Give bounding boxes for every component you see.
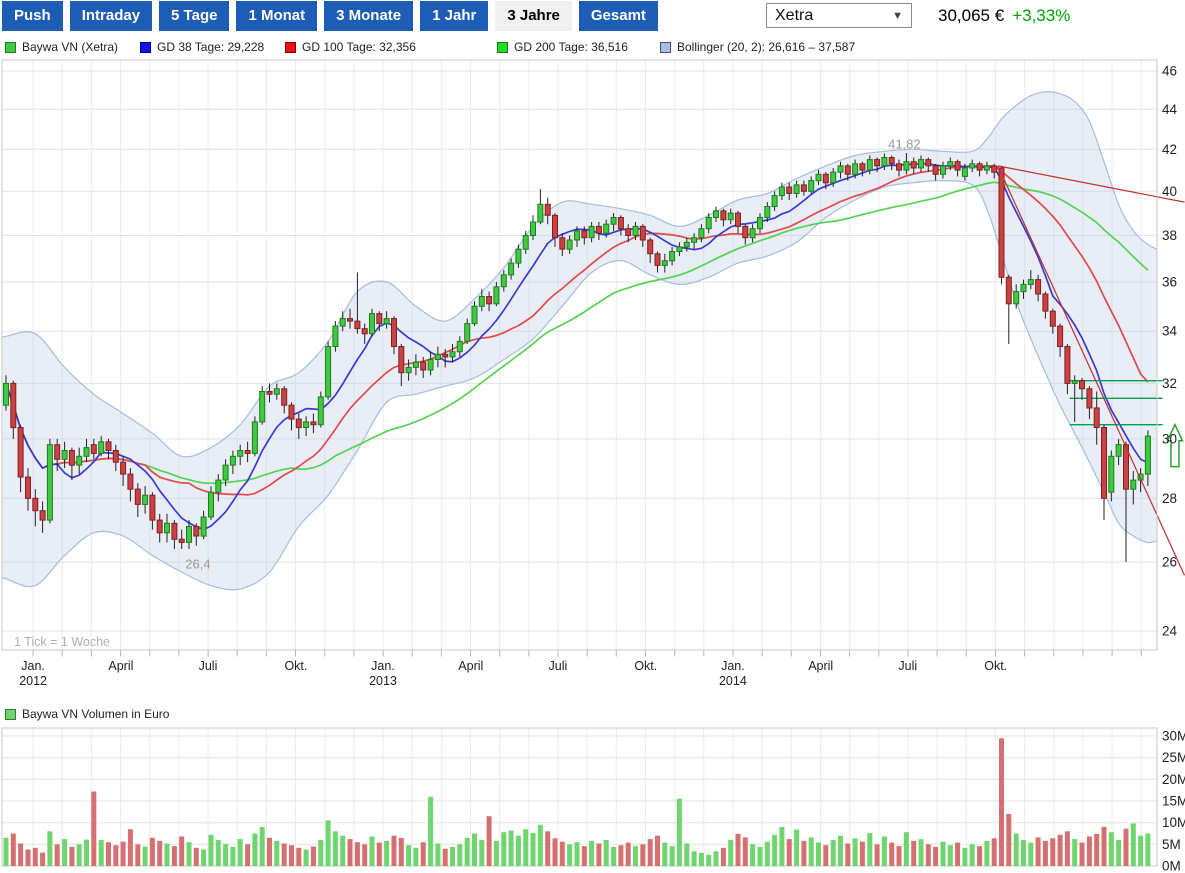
volume-axis-label: 30M — [1162, 729, 1185, 744]
range-button-intraday[interactable]: Intraday — [70, 1, 152, 31]
price-change: +3,33% — [1012, 6, 1070, 25]
y-axis-label: 24 — [1162, 624, 1178, 639]
y-axis-label: 28 — [1162, 491, 1177, 506]
y-axis-label: 26 — [1162, 555, 1177, 570]
legend-item: GD 38 Tage: 29,228 — [140, 40, 264, 54]
volume-axis-label: 0M — [1162, 859, 1181, 873]
range-button-1-monat[interactable]: 1 Monat — [236, 1, 317, 31]
x-axis-label: Jan. — [721, 659, 745, 673]
legend-label: GD 200 Tage: 36,516 — [514, 40, 628, 54]
volume-axis-labels: 30M 25M 20M 15M 10M 5M 0M — [1162, 729, 1185, 873]
x-axis-label: Okt. — [984, 659, 1007, 673]
volume-axis-label: 25M — [1162, 750, 1185, 765]
range-button-3-monate[interactable]: 3 Monate — [324, 1, 413, 31]
range-button-gesamt[interactable]: Gesamt — [579, 1, 658, 31]
y-axis-label: 46 — [1162, 64, 1177, 79]
legend-label: GD 38 Tage: 29,228 — [157, 40, 264, 54]
range-button-5-tage[interactable]: 5 Tage — [159, 1, 229, 31]
x-axis-label: Juli — [199, 659, 218, 673]
range-button-3-jahre[interactable]: 3 Jahre — [495, 1, 572, 31]
x-axis-label: Juli — [549, 659, 568, 673]
x-axis-labels: Jan.2012AprilJuliOkt.Jan.2013AprilJuliOk… — [19, 659, 1007, 688]
legend-swatch — [5, 42, 16, 53]
volume-axis-label: 15M — [1162, 794, 1185, 809]
y-axis-label: 42 — [1162, 142, 1177, 157]
legend-label: Baywa VN (Xetra) — [22, 40, 118, 54]
legend-label: GD 100 Tage: 32,356 — [302, 40, 416, 54]
y-axis-label: 40 — [1162, 184, 1177, 199]
price-annotation: 26,4 — [185, 557, 210, 572]
exchange-select-value: Xetra — [775, 7, 813, 25]
tick-note: 1 Tick = 1 Woche — [14, 635, 110, 649]
y-axis-label: 34 — [1162, 324, 1178, 339]
legend-item: GD 200 Tage: 36,516 — [497, 40, 628, 54]
x-axis-label: Jan. — [371, 659, 395, 673]
volume-legend-swatch — [5, 709, 16, 720]
y-axis-label: 32 — [1162, 376, 1177, 391]
x-axis-label: Okt. — [284, 659, 307, 673]
x-axis-label: April — [808, 659, 833, 673]
legend-item: Bollinger (20, 2): 26,616 – 37,587 — [660, 40, 855, 54]
price-annotation: 41,82 — [888, 136, 921, 151]
x-axis-year-label: 2014 — [719, 674, 747, 688]
legend-item: Baywa VN (Xetra) — [5, 40, 118, 54]
legend-swatch — [285, 42, 296, 53]
y-axis-label: 30 — [1162, 431, 1177, 446]
volume-axis-label: 20M — [1162, 772, 1185, 787]
range-button-push[interactable]: Push — [2, 1, 63, 31]
x-axis-label: Jan. — [21, 659, 45, 673]
exchange-select[interactable]: Xetra ▼ — [766, 3, 912, 28]
x-axis-label: April — [108, 659, 133, 673]
quote: 30,065 € +3,33% — [938, 6, 1070, 26]
legend-label: Bollinger (20, 2): 26,616 – 37,587 — [677, 40, 855, 54]
volume-legend: Baywa VN Volumen in Euro — [5, 707, 169, 721]
x-axis-year-label: 2012 — [19, 674, 47, 688]
legend-item: GD 100 Tage: 32,356 — [285, 40, 416, 54]
legend-swatch — [497, 42, 508, 53]
indicator-legend: Baywa VN (Xetra) GD 38 Tage: 29,228 GD 100… — [0, 40, 1185, 56]
chevron-down-icon: ▼ — [892, 10, 903, 22]
volume-axis-label: 10M — [1162, 815, 1185, 830]
y-axis-label: 38 — [1162, 228, 1177, 243]
x-axis-year-label: 2013 — [369, 674, 397, 688]
x-axis-label: April — [458, 659, 483, 673]
timeframe-toolbar: PushIntraday5 Tage1 Monat3 Monate1 Jahr3… — [2, 1, 658, 31]
x-axis-label: Juli — [898, 659, 917, 673]
legend-swatch — [660, 42, 671, 53]
price-value: 30,065 € — [938, 6, 1004, 25]
x-axis-label: Okt. — [634, 659, 657, 673]
volume-legend-label: Baywa VN Volumen in Euro — [22, 707, 169, 721]
y-axis-label: 36 — [1162, 275, 1177, 290]
y-axis-labels: 46 44 42 40 38 36 34 32 30 28 26 24 — [1162, 64, 1178, 639]
volume-axis-label: 5M — [1162, 837, 1181, 852]
range-button-1-jahr[interactable]: 1 Jahr — [420, 1, 488, 31]
chart-canvas: 41,82 26,4 1 Tick = 1 Woche 46 44 42 40 38 36 34 3… — [0, 0, 1185, 873]
y-axis-label: 44 — [1162, 102, 1178, 117]
legend-swatch — [140, 42, 151, 53]
